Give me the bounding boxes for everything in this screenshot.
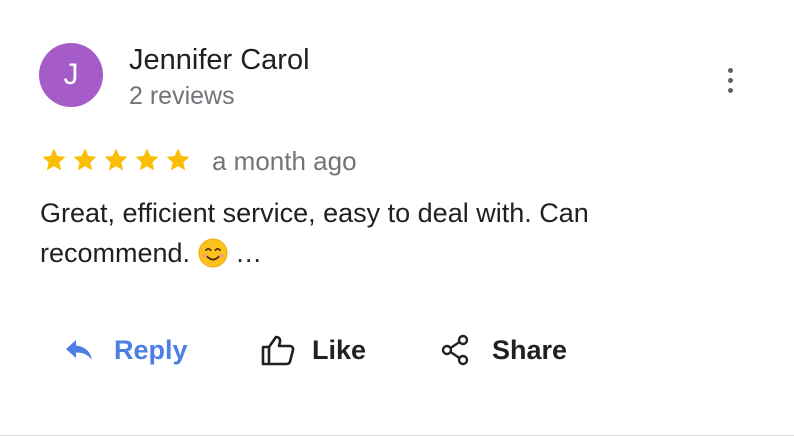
like-button[interactable]: Like bbox=[260, 326, 366, 374]
read-more-ellipsis[interactable]: … bbox=[235, 238, 262, 268]
review-date: a month ago bbox=[212, 146, 357, 176]
more-options-button[interactable] bbox=[716, 62, 744, 98]
thumbs-up-icon bbox=[261, 335, 295, 366]
review-card: J Jennifer Carol 2 reviews a month ago G… bbox=[0, 0, 794, 436]
star-icon bbox=[42, 148, 66, 171]
like-label: Like bbox=[312, 334, 367, 365]
share-button[interactable]: Share bbox=[440, 326, 567, 374]
author-name[interactable]: Jennifer Carol bbox=[129, 44, 310, 77]
review-text-line-2: recommend. bbox=[40, 238, 191, 268]
share-icon bbox=[441, 334, 469, 366]
reply-arrow-icon bbox=[66, 340, 92, 360]
avatar-initial: J bbox=[63, 58, 79, 91]
reply-label: Reply bbox=[114, 334, 188, 365]
reply-button[interactable]: Reply bbox=[64, 326, 188, 374]
smiling-face-emoji-icon bbox=[198, 238, 228, 268]
star-icon bbox=[135, 148, 159, 171]
more-vertical-icon bbox=[727, 67, 733, 73]
review-text: Great, efficient service, easy to deal w… bbox=[40, 193, 680, 273]
avatar[interactable]: J bbox=[39, 43, 103, 107]
review-text-line-1: Great, efficient service, easy to deal w… bbox=[40, 198, 589, 228]
review-actions: Reply Like Share bbox=[0, 326, 794, 374]
star-icon bbox=[104, 148, 128, 171]
star-icon bbox=[166, 148, 190, 171]
share-label: Share bbox=[492, 334, 568, 365]
star-rating bbox=[40, 146, 192, 174]
review-count[interactable]: 2 reviews bbox=[129, 82, 235, 111]
star-icon bbox=[73, 148, 97, 171]
